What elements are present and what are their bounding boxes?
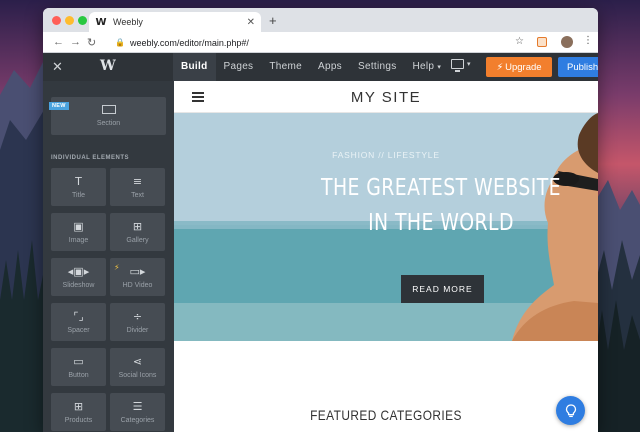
upgrade-button[interactable]: ⚡ Upgrade [486, 57, 552, 77]
browser-tab[interactable]: W Weebly ✕ [89, 12, 261, 32]
menu-help-label: Help [412, 61, 435, 72]
element-products[interactable]: ⊞ Products [51, 393, 106, 431]
menu-settings[interactable]: Settings [350, 53, 405, 81]
read-more-button[interactable]: READ MORE [401, 275, 484, 303]
new-badge: NEW [49, 102, 69, 110]
element-label: Slideshow [62, 282, 95, 289]
site-canvas: MY SITE FASHION // LIFESTYLE THE GREATES… [174, 81, 598, 432]
element-hd-video[interactable]: ⚡ ▭▸ HD Video [110, 258, 165, 296]
url-text: weebly.com/editor/main.php#/ [129, 37, 249, 48]
element-title[interactable]: T Title [51, 168, 106, 206]
address-bar: ← → ↻ 🔒 weebly.com/editor/main.php#/ ☆ ⋮ [43, 32, 598, 53]
help-button[interactable] [556, 396, 585, 425]
window-close-button[interactable] [52, 16, 61, 25]
browser-window: W Weebly ✕ + ← → ↻ 🔒 weebly.com/editor/m… [43, 8, 598, 432]
video-icon: ▭▸ [129, 265, 146, 278]
text-title-icon: T [75, 175, 82, 188]
publish-button[interactable]: Publish [558, 57, 598, 77]
element-divider[interactable]: ÷ Divider [110, 303, 165, 341]
element-label: Image [68, 237, 89, 244]
element-social-icons[interactable]: ⋖ Social Icons [110, 348, 165, 386]
menu-help[interactable]: Help ▾ [405, 53, 450, 81]
desktop-wallpaper-right [596, 0, 640, 432]
site-title[interactable]: MY SITE [174, 89, 598, 106]
bookmark-star-icon[interactable]: ☆ [515, 36, 524, 47]
section-label: Section [96, 120, 121, 127]
forward-arrow-icon[interactable]: → [70, 36, 81, 48]
button-icon: ▭ [73, 355, 84, 368]
element-label: Spacer [67, 327, 90, 334]
menu-build[interactable]: Build [173, 53, 216, 81]
element-text[interactable]: ≡ Text [110, 168, 165, 206]
element-label: Title [72, 192, 85, 199]
hero-headline: THE GREATEST WEBSITE IN THE WORLD [314, 171, 568, 241]
hero-headline-line1: THE GREATEST WEBSITE [321, 175, 561, 201]
categories-icon: ☰ [132, 400, 143, 413]
desktop-wallpaper-left [0, 0, 44, 432]
device-caret-icon[interactable]: ▾ [467, 60, 471, 68]
element-label: HD Video [122, 282, 153, 289]
image-icon: ▣ [73, 220, 84, 233]
element-button[interactable]: ▭ Button [51, 348, 106, 386]
products-icon: ⊞ [73, 400, 84, 413]
element-label: Gallery [126, 237, 149, 244]
element-label: Button [68, 372, 89, 379]
tab-title: Weebly [113, 17, 143, 27]
editor-toolbar: ✕ W Build Pages Theme Apps Settings Help… [43, 53, 598, 81]
menu-pages[interactable]: Pages [216, 53, 262, 81]
element-label: Categories [120, 417, 155, 424]
browser-titlebar: W Weebly ✕ + [43, 8, 598, 32]
reload-icon[interactable]: ↻ [87, 36, 96, 49]
element-slideshow[interactable]: ◂▣▸ Slideshow [51, 258, 106, 296]
element-spacer[interactable]: ⌜⌟ Spacer [51, 303, 106, 341]
weebly-logo-icon[interactable]: W [100, 58, 116, 74]
element-categories[interactable]: ☰ Categories [110, 393, 165, 431]
menu-apps[interactable]: Apps [310, 53, 350, 81]
upgrade-label: Upgrade [505, 61, 542, 73]
window-maximize-button[interactable] [78, 16, 87, 25]
editor-menu: Build Pages Theme Apps Settings Help ▾ [173, 53, 449, 81]
browser-menu-icon[interactable]: ⋮ [583, 35, 593, 46]
elements-heading: INDIVIDUAL ELEMENTS [51, 155, 130, 161]
share-icon: ⋖ [132, 355, 143, 368]
back-arrow-icon[interactable]: ← [53, 36, 64, 48]
slideshow-icon: ◂▣▸ [67, 265, 90, 278]
element-label: Text [131, 192, 144, 199]
element-image[interactable]: ▣ Image [51, 213, 106, 251]
section-icon [102, 105, 116, 114]
hero-banner[interactable]: FASHION // LIFESTYLE THE GREATEST WEBSIT… [174, 113, 598, 341]
lightbulb-icon [565, 403, 576, 417]
spacer-icon: ⌜⌟ [73, 310, 84, 323]
profile-avatar[interactable] [561, 36, 573, 48]
new-tab-button[interactable]: + [269, 13, 277, 28]
hero-kicker: FASHION // LIFESTYLE [332, 150, 440, 160]
publish-label: Publish [567, 61, 598, 73]
divider-icon: ÷ [132, 310, 143, 323]
url-field[interactable]: 🔒 weebly.com/editor/main.php#/ [115, 35, 515, 50]
extension-icon[interactable] [537, 37, 547, 47]
weebly-favicon-icon: W [95, 16, 107, 28]
elements-sidebar: Section NEW INDIVIDUAL ELEMENTS T Title … [43, 81, 174, 432]
element-label: Divider [126, 327, 149, 334]
bolt-icon: ⚡ [496, 61, 504, 73]
lock-icon: 🔒 [115, 38, 125, 47]
element-label: Social Icons [118, 372, 157, 379]
close-editor-icon[interactable]: ✕ [52, 59, 63, 75]
gallery-grid-icon: ⊞ [132, 220, 143, 233]
element-label: Products [64, 417, 93, 424]
menu-theme[interactable]: Theme [261, 53, 310, 81]
window-minimize-button[interactable] [65, 16, 74, 25]
hero-headline-line2: IN THE WORLD [368, 210, 514, 236]
text-lines-icon: ≡ [132, 175, 143, 188]
featured-categories-heading: FEATURED CATEGORIES [310, 407, 462, 423]
desktop-preview-icon[interactable] [451, 59, 464, 72]
tab-close-icon[interactable]: ✕ [247, 17, 255, 28]
site-header: MY SITE [174, 81, 598, 113]
element-gallery[interactable]: ⊞ Gallery [110, 213, 165, 251]
chevron-down-icon: ▾ [437, 64, 442, 71]
